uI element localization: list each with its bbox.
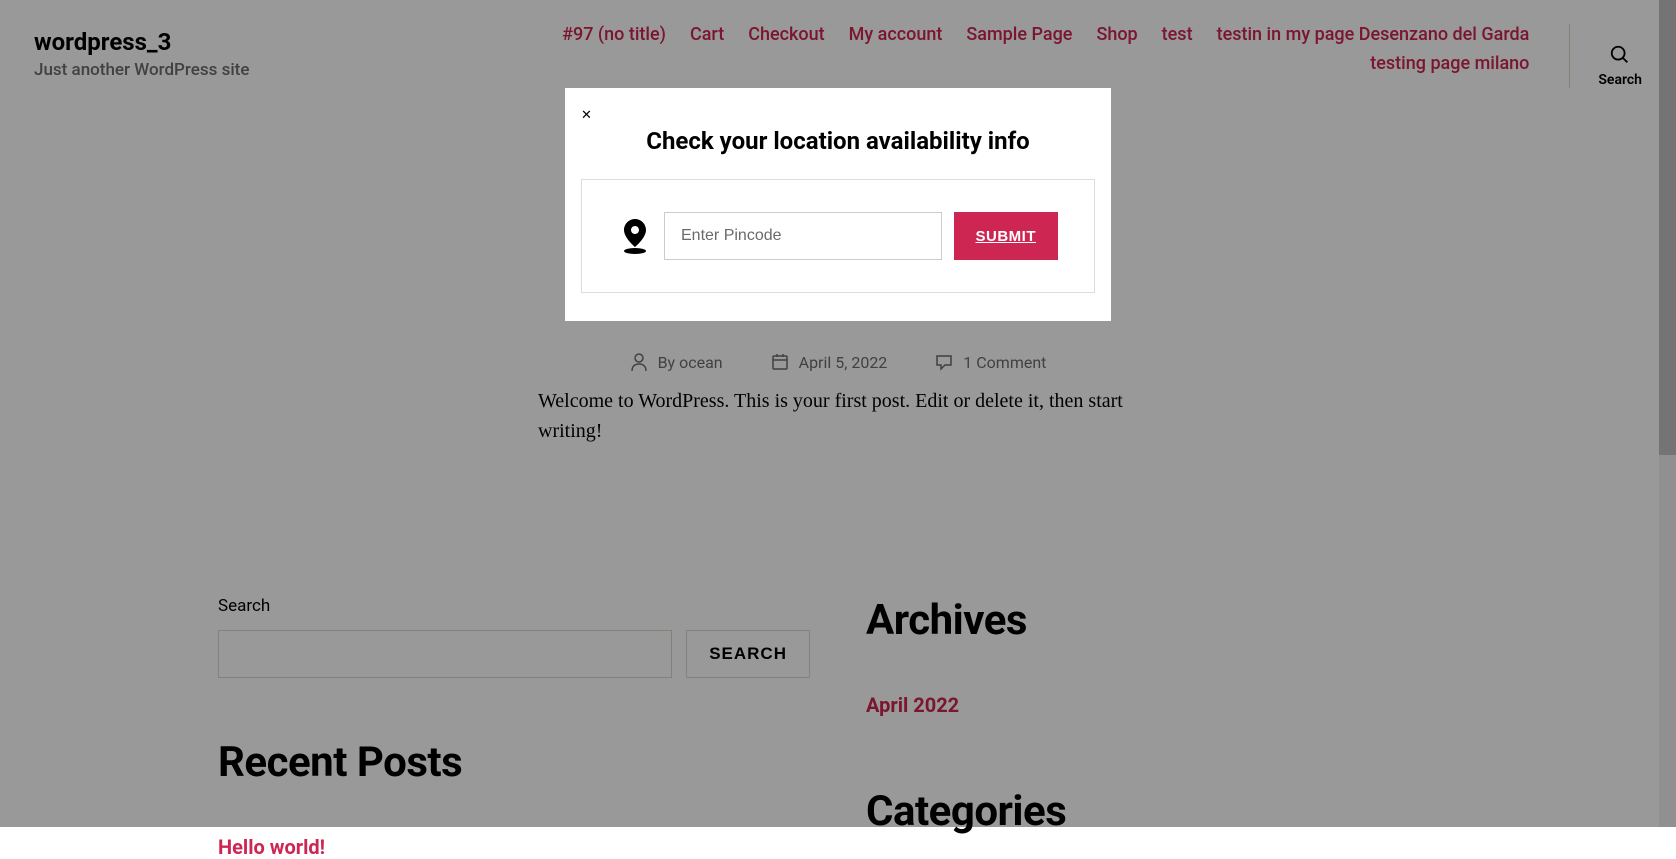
modal-body: SUBMIT [581, 179, 1095, 293]
location-modal: ✕ Check your location availability info … [565, 88, 1111, 321]
submit-button[interactable]: SUBMIT [954, 212, 1059, 260]
pincode-input[interactable] [664, 212, 942, 260]
modal-title: Check your location availability info [581, 127, 1095, 155]
recent-post-link[interactable]: Hello world! [218, 835, 810, 859]
location-pin-icon [618, 217, 652, 255]
close-icon[interactable]: ✕ [581, 108, 592, 123]
